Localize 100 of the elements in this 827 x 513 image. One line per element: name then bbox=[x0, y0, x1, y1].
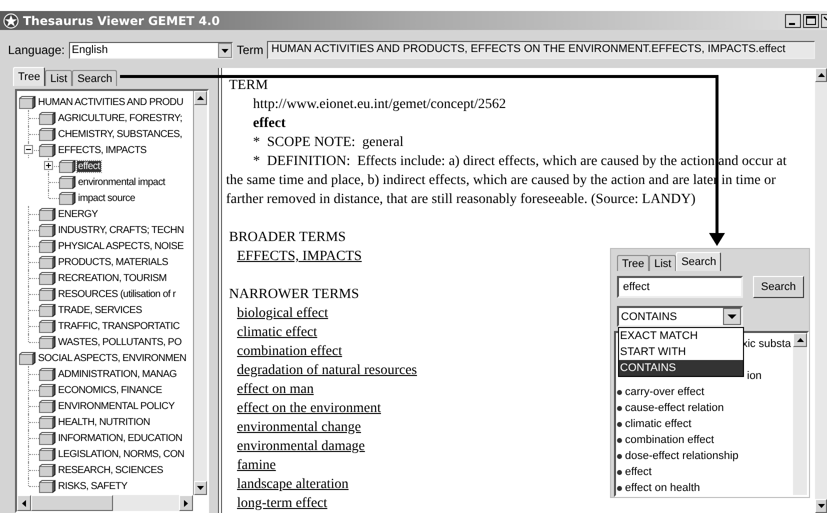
minimize-icon[interactable] bbox=[785, 14, 801, 28]
dropdown-option[interactable]: CONTAINS bbox=[619, 360, 743, 376]
scroll-left-icon[interactable] bbox=[22, 500, 26, 506]
result-item[interactable]: effect on health bbox=[625, 482, 700, 494]
dropdown-option[interactable]: START WITH bbox=[619, 344, 743, 360]
term-link[interactable]: degradation of natural resources bbox=[237, 363, 417, 378]
expander-icon[interactable] bbox=[44, 161, 53, 170]
tree-item[interactable]: RISKS, SAFETY bbox=[57, 480, 128, 492]
term-link[interactable]: landscape alteration bbox=[237, 477, 349, 492]
tree-item[interactable]: ADMINISTRATION, MANAG bbox=[57, 368, 178, 380]
book-icon bbox=[19, 352, 36, 364]
result-item[interactable]: cause-effect relation bbox=[625, 402, 724, 414]
tree-item[interactable]: ECONOMICS, FINANCE bbox=[57, 384, 163, 396]
book-icon bbox=[39, 256, 56, 268]
term-link[interactable]: effect on man bbox=[237, 382, 314, 397]
scroll-up-icon[interactable] bbox=[197, 96, 204, 100]
term-link[interactable]: combination effect bbox=[237, 344, 342, 359]
scroll-up-icon[interactable] bbox=[796, 338, 804, 342]
search-button[interactable]: Search bbox=[753, 276, 804, 298]
scrollbar[interactable] bbox=[193, 91, 207, 495]
scroll-down-icon[interactable] bbox=[818, 504, 824, 508]
term-link[interactable]: effect on the environment bbox=[237, 401, 381, 416]
expander-icon[interactable] bbox=[24, 145, 33, 154]
bullet-icon bbox=[617, 390, 622, 394]
tree-item[interactable]: impact source bbox=[77, 192, 136, 204]
window-title: Thesaurus Viewer GEMET 4.0 bbox=[23, 14, 221, 28]
tree-item[interactable]: effect bbox=[77, 160, 101, 172]
tab[interactable]: Search bbox=[72, 70, 118, 86]
scrollbar[interactable] bbox=[793, 333, 807, 495]
language-dropdown[interactable]: English bbox=[68, 42, 233, 58]
term-label: Term bbox=[236, 43, 264, 57]
tab[interactable]: Tree bbox=[13, 67, 46, 86]
tree-item[interactable]: PRODUCTS, MATERIALS bbox=[57, 256, 170, 268]
tree-item[interactable]: SOCIAL ASPECTS, ENVIRONMEN bbox=[37, 352, 188, 364]
scroll-right-icon[interactable] bbox=[184, 500, 188, 506]
result-item[interactable]: carry-over effect bbox=[625, 386, 704, 398]
term-link[interactable]: climatic effect bbox=[237, 325, 318, 340]
book-icon bbox=[39, 144, 56, 156]
tree-item[interactable]: RESOURCES (utilisation of r bbox=[57, 288, 177, 300]
scroll-up-icon[interactable] bbox=[818, 73, 824, 77]
bullet-icon bbox=[617, 454, 622, 458]
scroll-down-icon[interactable] bbox=[197, 486, 204, 490]
bullet-icon bbox=[617, 438, 622, 442]
term-name: effect bbox=[252, 115, 286, 133]
tab[interactable]: Search bbox=[676, 252, 722, 271]
horizontal-scrollbar[interactable] bbox=[17, 495, 193, 511]
tab[interactable]: List bbox=[649, 255, 676, 271]
book-icon bbox=[19, 96, 36, 108]
result-item[interactable]: dose-effect relationship bbox=[625, 450, 739, 462]
tree-item[interactable]: HEALTH, NUTRITION bbox=[57, 416, 151, 428]
result-item[interactable]: combination effect bbox=[625, 434, 714, 446]
tree-item[interactable]: INFORMATION, EDUCATION bbox=[57, 432, 184, 444]
term-uri: http://www.eionet.eu.int/gemet/concept/2562 bbox=[252, 96, 506, 114]
tree-item[interactable]: TRAFFIC, TRANSPORTATIC bbox=[57, 320, 181, 332]
tree-item[interactable]: RECREATION, TOURISM bbox=[57, 272, 168, 284]
section-heading: BROADER TERMS bbox=[228, 229, 346, 247]
result-item[interactable]: climatic effect bbox=[625, 418, 692, 430]
tree-item[interactable]: EFFECTS, IMPACTS bbox=[57, 144, 148, 156]
tree-item[interactable]: INDUSTRY, CRAFTS; TECHN bbox=[57, 224, 185, 236]
term-link[interactable]: famine bbox=[237, 458, 276, 473]
term-link[interactable]: environmental damage bbox=[237, 439, 365, 454]
book-icon bbox=[39, 416, 56, 428]
tree-item[interactable]: HUMAN ACTIVITIES AND PRODU bbox=[37, 96, 184, 108]
tree-item[interactable]: WASTES, POLLUTANTS, PO bbox=[57, 336, 182, 348]
term-link[interactable]: EFFECTS, IMPACTS bbox=[237, 249, 362, 264]
term-link[interactable]: environmental change bbox=[237, 420, 362, 435]
caret-icon bbox=[218, 42, 232, 58]
tree-item[interactable]: ENERGY bbox=[57, 208, 99, 220]
book-icon bbox=[39, 128, 56, 140]
scope-note: * SCOPE NOTE: general bbox=[252, 134, 404, 152]
tree-item[interactable]: RESEARCH, SCIENCES bbox=[57, 464, 164, 476]
book-icon bbox=[59, 176, 76, 188]
book-icon bbox=[39, 288, 56, 300]
tab[interactable]: List bbox=[45, 70, 72, 86]
scrollbar[interactable] bbox=[815, 68, 827, 513]
result-item[interactable]: ion bbox=[747, 370, 762, 382]
tab[interactable]: Tree bbox=[617, 255, 650, 271]
tree-item[interactable]: PHYSICAL ASPECTS, NOISE bbox=[57, 240, 184, 252]
tree-item[interactable]: ENVIRONMENTAL POLICY bbox=[57, 400, 176, 412]
tree-item[interactable]: TRADE, SERVICES bbox=[57, 304, 143, 316]
result-item[interactable]: effect bbox=[625, 466, 652, 478]
tree-item[interactable]: LEGISLATION, NORMS, CON bbox=[57, 448, 186, 460]
term-link[interactable]: long-term effect bbox=[237, 496, 328, 511]
book-icon bbox=[39, 208, 56, 220]
book-icon bbox=[39, 304, 56, 316]
tree-item[interactable]: AGRICULTURE, FORESTRY; bbox=[57, 112, 184, 124]
bullet-icon bbox=[617, 470, 622, 474]
maximize-icon[interactable] bbox=[803, 14, 819, 28]
tree-item[interactable]: environmental impact bbox=[77, 176, 166, 188]
term-link[interactable]: biological effect bbox=[237, 306, 328, 321]
term-field[interactable]: HUMAN ACTIVITIES AND PRODUCTS, EFFECTS ON THE ENVIRONMENT.EFFECTS, IMPACTS.effect bbox=[267, 41, 815, 59]
close-icon[interactable] bbox=[821, 14, 827, 28]
section-heading: NARROWER TERMS bbox=[228, 286, 360, 304]
search-field[interactable]: effect bbox=[617, 276, 743, 298]
tree-item[interactable]: CHEMISTRY, SUBSTANCES, bbox=[57, 128, 184, 140]
book-icon bbox=[39, 224, 56, 236]
star-icon bbox=[3, 12, 19, 28]
book-icon bbox=[39, 240, 56, 252]
match-mode-dropdown[interactable]: CONTAINS bbox=[617, 306, 743, 327]
dropdown-option[interactable]: EXACT MATCH bbox=[619, 328, 743, 344]
